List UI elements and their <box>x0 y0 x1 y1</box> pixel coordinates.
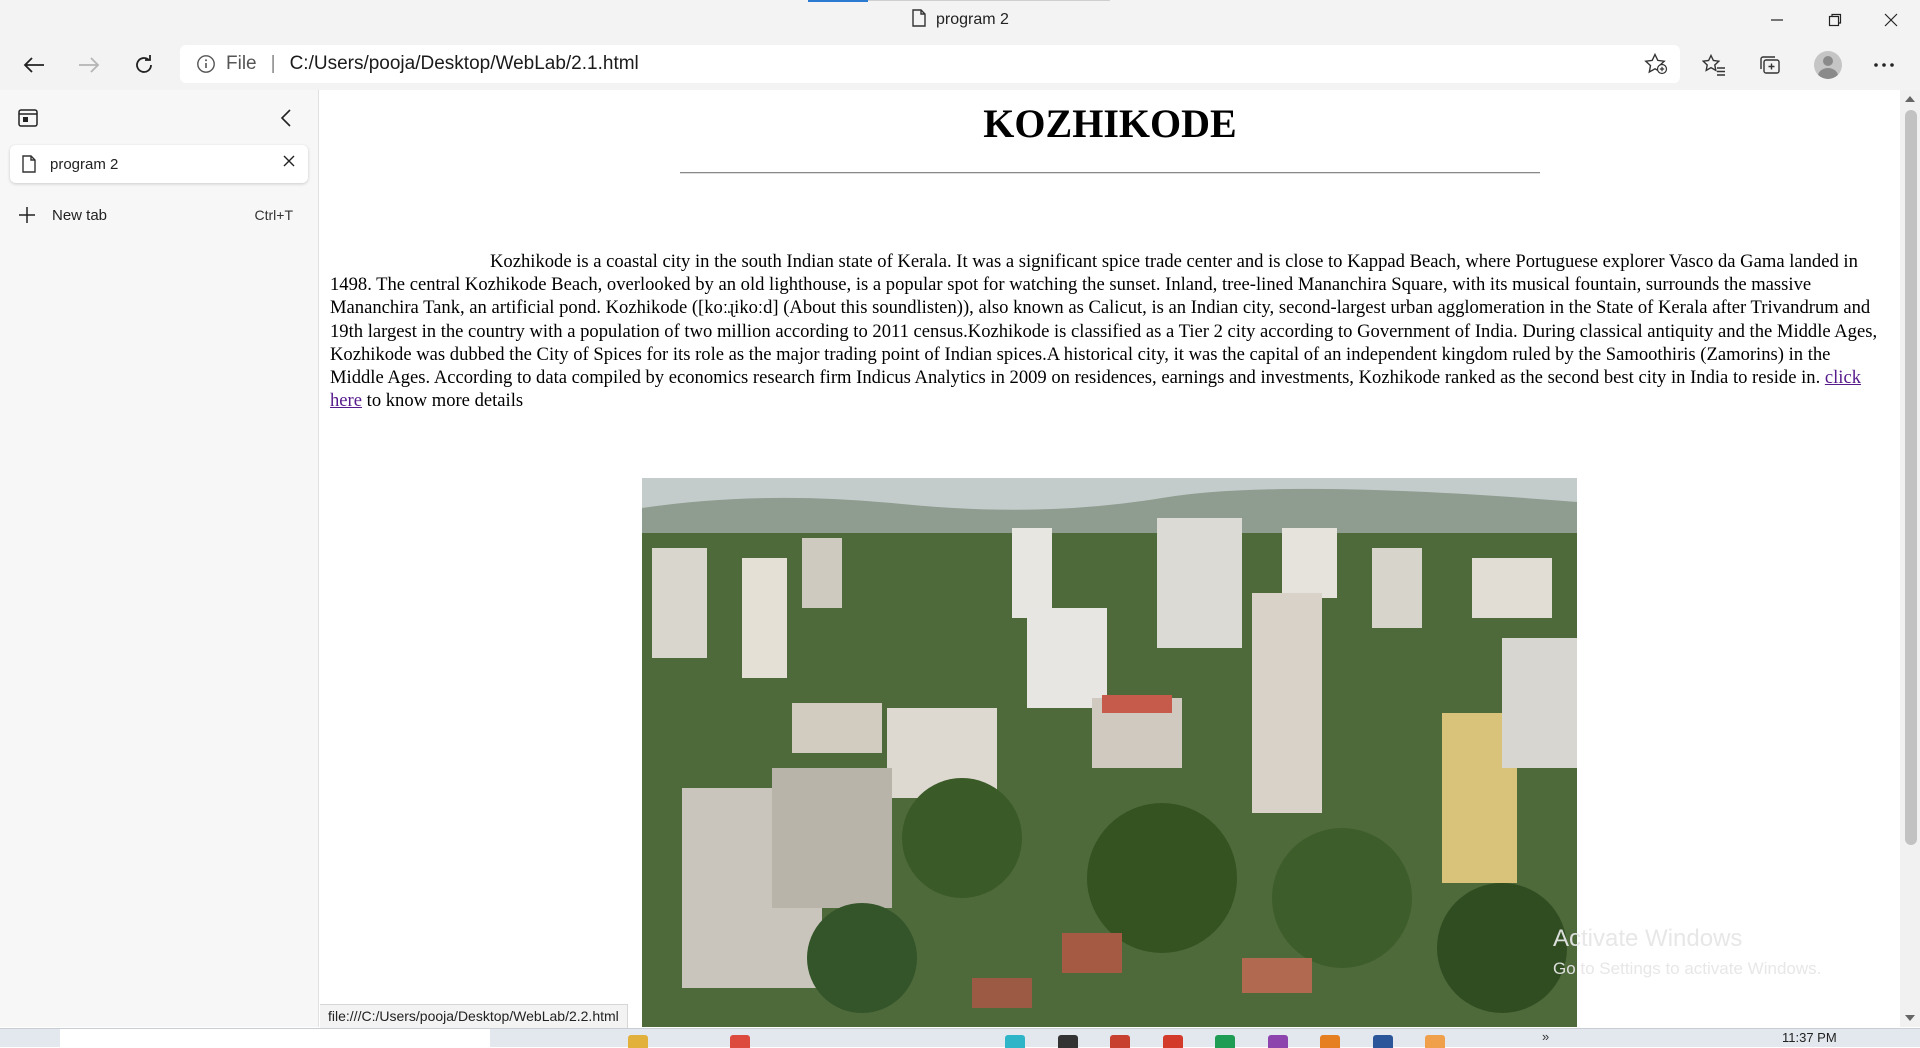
new-tab-shortcut: Ctrl+T <box>254 207 294 223</box>
add-favorite-button[interactable] <box>1644 53 1668 75</box>
more-dots-icon <box>1874 63 1894 67</box>
collapse-sidebar-button[interactable] <box>280 109 292 132</box>
file-explorer-icon[interactable] <box>628 1035 648 1048</box>
scroll-down-arrow-icon[interactable] <box>1905 1015 1915 1021</box>
app-icon[interactable] <box>1425 1035 1445 1048</box>
activate-windows-watermark: Activate Windows Go to Settings to activ… <box>1553 925 1821 979</box>
document-icon <box>22 155 36 173</box>
tab-actions-button[interactable] <box>18 109 38 132</box>
article-text: Kozhikode is a coastal city in the south… <box>330 251 1878 389</box>
app-icon[interactable] <box>1110 1035 1130 1048</box>
app-icon[interactable] <box>1215 1035 1235 1048</box>
site-info-button[interactable]: File <box>196 53 257 75</box>
address-url-text[interactable]: C:/Users/pooja/Desktop/WebLab/2.1.html <box>290 53 639 75</box>
arrow-right-icon <box>79 57 100 73</box>
info-icon <box>197 55 215 73</box>
restore-icon <box>1828 13 1842 27</box>
vertical-scrollbar[interactable] <box>1900 90 1920 1027</box>
title-bar: program 2 <box>0 0 1920 40</box>
minimize-button[interactable] <box>1748 0 1806 40</box>
new-tab-label: New tab <box>52 206 108 224</box>
settings-more-button[interactable] <box>1862 45 1906 85</box>
horizontal-rule <box>680 172 1540 174</box>
app-icon[interactable] <box>730 1035 750 1048</box>
address-bar[interactable]: File | C:/Users/pooja/Desktop/WebLab/2.1… <box>180 45 1680 83</box>
collections-button[interactable] <box>1748 45 1792 85</box>
close-icon <box>1884 13 1898 27</box>
article-trailing-text: to know more details <box>362 390 524 412</box>
refresh-button[interactable] <box>124 45 164 85</box>
scroll-up-arrow-icon[interactable] <box>1905 96 1915 102</box>
app-icon[interactable] <box>1320 1035 1340 1048</box>
favorites-icon <box>1702 54 1725 76</box>
chevron-left-icon <box>280 109 291 127</box>
app-icon[interactable] <box>1058 1035 1078 1048</box>
article-paragraph: Kozhikode is a coastal city in the south… <box>330 250 1888 412</box>
taskbar: » 11:37 PM <box>0 1028 1920 1048</box>
collections-icon <box>1760 56 1780 74</box>
close-icon <box>283 155 295 167</box>
tab-item-label: program 2 <box>50 155 119 173</box>
watermark-line-1: Activate Windows <box>1553 925 1743 952</box>
word-icon[interactable] <box>1373 1035 1393 1048</box>
taskbar-search-box[interactable] <box>60 1029 490 1048</box>
page-title: KOZHIKODE <box>983 101 1237 146</box>
back-button[interactable] <box>14 45 54 85</box>
protocol-label: File <box>226 53 257 74</box>
watermark-line-2: Go to Settings to activate Windows. <box>1553 959 1822 978</box>
page-viewport: KOZHIKODE Kozhikode is a coastal city in… <box>320 90 1900 1027</box>
link-status-bubble: file:///C:/Users/pooja/Desktop/WebLab/2.… <box>320 1004 628 1028</box>
app-icon[interactable] <box>1268 1035 1288 1048</box>
avatar <box>1814 51 1842 79</box>
favorites-button[interactable] <box>1692 45 1736 85</box>
tab-item-program-2[interactable]: program 2 <box>10 145 308 183</box>
profile-button[interactable] <box>1806 45 1850 85</box>
window-title-text: program 2 <box>936 11 1009 28</box>
plus-icon <box>18 206 38 224</box>
navigation-bar: File | C:/Users/pooja/Desktop/WebLab/2.1… <box>0 40 1920 90</box>
close-tab-button[interactable] <box>282 154 296 168</box>
city-skyline-image <box>642 478 1577 1027</box>
edge-icon[interactable] <box>1005 1035 1025 1048</box>
sidebar-header <box>0 105 319 135</box>
refresh-icon <box>136 55 152 73</box>
new-tab-button[interactable]: New tab Ctrl+T <box>18 200 298 230</box>
arrow-left-icon <box>23 57 44 73</box>
star-add-icon <box>1644 53 1668 75</box>
chevron-right-icon[interactable]: » <box>1542 1029 1549 1044</box>
city-photo <box>642 478 1577 1027</box>
address-separator: | <box>270 53 276 74</box>
tab-actions-icon <box>18 109 38 127</box>
forward-button[interactable] <box>69 45 109 85</box>
restore-button[interactable] <box>1806 0 1864 40</box>
tab-strip-track <box>868 0 1110 1</box>
close-window-button[interactable] <box>1862 0 1920 40</box>
scrollbar-thumb[interactable] <box>1905 110 1917 845</box>
document-icon <box>912 8 926 32</box>
minimize-icon <box>1771 19 1783 21</box>
tab-strip-accent <box>808 0 868 2</box>
app-icon[interactable] <box>1163 1035 1183 1048</box>
window-title: program 2 <box>912 8 1009 32</box>
taskbar-clock[interactable]: 11:37 PM <box>1782 1030 1837 1045</box>
vertical-tabs-sidebar: program 2 New tab Ctrl+T <box>0 90 319 1027</box>
